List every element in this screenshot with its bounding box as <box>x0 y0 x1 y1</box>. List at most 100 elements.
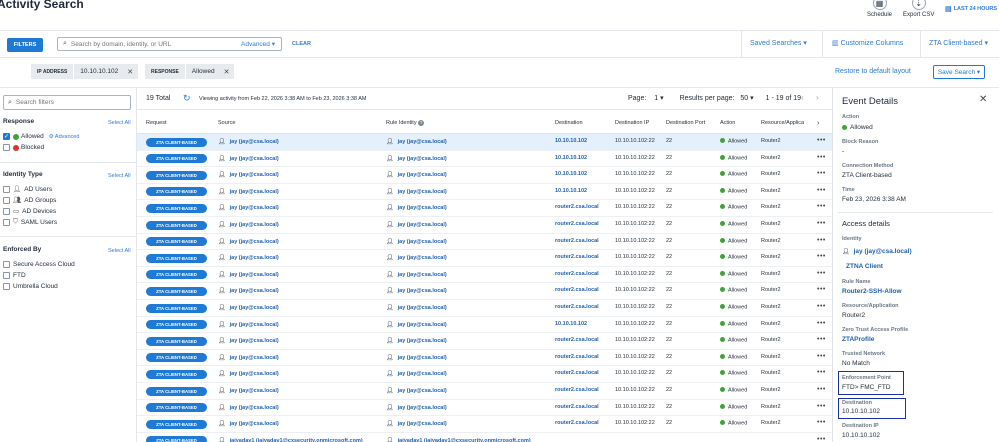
row-actions-icon[interactable]: ••• <box>817 220 826 227</box>
row-actions-icon[interactable]: ••• <box>817 286 826 293</box>
table-row[interactable]: ZTA CLIENT-BASED 👤︎ jay (jay@csa.local) 👤︎ j… <box>137 151 832 168</box>
save-search-button[interactable]: Save Search ▾ <box>933 65 985 79</box>
filter-option-ad-users[interactable]: 👤︎ AD Users <box>3 185 52 193</box>
filter-option-blocked[interactable]: Blocked <box>3 144 44 151</box>
checkbox[interactable] <box>3 207 10 215</box>
rule-identity-cell[interactable]: 👤︎ jay (jay@csa.local) <box>386 304 447 311</box>
table-row[interactable]: ZTA CLIENT-BASED 👤︎ jay (jay@csa.local) 👤︎ j… <box>137 317 832 334</box>
detail-value-rule-name[interactable]: Router2-SSH-Allow <box>842 288 902 295</box>
rule-identity-cell[interactable]: 👤︎ jay (jay@csa.local) <box>386 370 447 377</box>
column-header-destination-port[interactable]: Destination Port <box>666 120 705 126</box>
customize-columns-button[interactable]: ▥ Customize Columns <box>832 39 903 47</box>
filter-option-allowed[interactable]: ✓ Allowed ⚙ Advanced <box>3 133 79 140</box>
rule-identity-cell[interactable]: 👤︎ jay (jay@csa.local) <box>386 387 447 394</box>
destination-cell[interactable]: router2.csa.local <box>555 238 599 244</box>
filter-search-box[interactable]: ⌕ <box>3 95 131 110</box>
source-cell[interactable]: 👤︎ jay (jay@csa.local) <box>218 304 279 311</box>
source-cell[interactable]: 👤︎ jay (jay@csa.local) <box>218 387 279 394</box>
checkbox[interactable] <box>3 144 10 151</box>
rule-identity-cell[interactable]: 👤︎ jay (jay@csa.local) <box>386 254 447 261</box>
rule-identity-cell[interactable]: 👤︎ jay (jay@csa.local) <box>386 287 447 294</box>
row-actions-icon[interactable]: ••• <box>817 436 826 442</box>
column-header-destination-ip[interactable]: Destination IP <box>615 120 649 126</box>
page-select[interactable]: 1 ▾ <box>654 95 663 102</box>
rule-identity-cell[interactable]: 👤︎ jay (jay@csa.local) <box>386 204 447 211</box>
checkbox[interactable] <box>3 218 10 226</box>
rule-identity-cell[interactable]: 👤︎ jay (jay@csa.local) <box>386 337 447 344</box>
row-actions-icon[interactable]: ••• <box>817 303 826 310</box>
table-row[interactable]: ZTA CLIENT-BASED 👤︎ jaiyadav1 (jaiyadav1@c… <box>137 433 832 442</box>
source-cell[interactable]: 👤︎ jay (jay@csa.local) <box>218 171 279 178</box>
destination-cell[interactable]: router2.csa.local <box>555 354 599 360</box>
table-row[interactable]: ZTA CLIENT-BASED 👤︎ jay (jay@csa.local) 👤︎ j… <box>137 134 832 151</box>
row-actions-icon[interactable]: ••• <box>817 253 826 260</box>
row-actions-icon[interactable]: ••• <box>817 419 826 426</box>
source-cell[interactable]: 👤︎ jay (jay@csa.local) <box>218 138 279 145</box>
destination-cell[interactable]: router2.csa.local <box>555 304 599 310</box>
rule-identity-cell[interactable]: 👤︎ jay (jay@csa.local) <box>386 155 447 162</box>
checkbox[interactable] <box>3 272 10 279</box>
rule-identity-cell[interactable]: 👤︎ jay (jay@csa.local) <box>386 321 447 328</box>
filter-search-input[interactable] <box>15 99 116 106</box>
close-icon[interactable]: ✕ <box>122 68 138 76</box>
destination-cell[interactable]: router2.csa.local <box>555 370 599 376</box>
enforced-by-select-all[interactable]: Select All <box>108 248 131 254</box>
table-row[interactable]: ZTA CLIENT-BASED 👤︎ jay (jay@csa.local) 👤︎ j… <box>137 400 832 417</box>
row-actions-icon[interactable]: ••• <box>817 137 826 144</box>
per-page-select[interactable]: 50 ▾ <box>740 95 753 102</box>
search-box[interactable]: ⌕ Advanced ▾ <box>57 37 282 51</box>
destination-cell[interactable]: 10.10.10.102 <box>555 321 587 327</box>
filters-button[interactable]: FILTERS <box>7 38 43 52</box>
rule-identity-cell[interactable]: 👤︎ jay (jay@csa.local) <box>386 238 447 245</box>
rule-identity-cell[interactable]: 👤︎ jay (jay@csa.local) <box>386 188 447 195</box>
column-header-action[interactable]: Action <box>720 120 735 126</box>
filter-option-ad-devices[interactable]: ▭ AD Devices <box>3 207 56 215</box>
source-cell[interactable]: 👤︎ jay (jay@csa.local) <box>218 221 279 228</box>
row-actions-icon[interactable]: ••• <box>817 237 826 244</box>
filter-option-umbrella-cloud[interactable]: Umbrella Cloud <box>3 283 58 290</box>
rule-identity-cell[interactable]: 👤︎ jay (jay@csa.local) <box>386 420 447 427</box>
search-input[interactable] <box>70 40 231 48</box>
destination-cell[interactable]: 10.10.10.102 <box>555 138 587 144</box>
column-header-source[interactable]: Source <box>218 120 235 126</box>
table-row[interactable]: ZTA CLIENT-BASED 👤︎ jay (jay@csa.local) 👤︎ j… <box>137 200 832 217</box>
identity-type-select-all[interactable]: Select All <box>108 173 131 179</box>
source-cell[interactable]: 👤︎ jay (jay@csa.local) <box>218 271 279 278</box>
column-header-rule-identity[interactable]: Rule Identity ? <box>386 120 425 126</box>
filter-option-secure-access-cloud[interactable]: Secure Access Cloud <box>3 261 75 268</box>
source-cell[interactable]: 👤︎ jay (jay@csa.local) <box>218 254 279 261</box>
table-row[interactable]: ZTA CLIENT-BASED 👤︎ jay (jay@csa.local) 👤︎ j… <box>137 283 832 300</box>
rule-identity-cell[interactable]: 👤︎ jay (jay@csa.local) <box>386 271 447 278</box>
row-actions-icon[interactable]: ••• <box>817 154 826 161</box>
rule-identity-cell[interactable]: 👤︎ jay (jay@csa.local) <box>386 138 447 145</box>
filter-option-saml-users[interactable]: ⛉ SAML Users <box>3 218 57 226</box>
detail-value-identity[interactable]: 👤︎ jay (jay@csa.local) <box>842 248 912 255</box>
source-cell[interactable]: 👤︎ jay (jay@csa.local) <box>218 370 279 377</box>
checkbox[interactable] <box>3 185 10 193</box>
row-actions-icon[interactable]: ••• <box>817 320 826 327</box>
source-cell[interactable]: 👤︎ jay (jay@csa.local) <box>218 238 279 245</box>
close-icon[interactable]: ✕ <box>219 68 235 76</box>
close-icon[interactable]: ✕ <box>979 94 987 105</box>
restore-default-layout-link[interactable]: Restore to default layout <box>835 68 911 75</box>
table-row[interactable]: ZTA CLIENT-BASED 👤︎ jay (jay@csa.local) 👤︎ j… <box>137 300 832 317</box>
destination-cell[interactable]: router2.csa.local <box>555 271 599 277</box>
destination-cell[interactable]: router2.csa.local <box>555 387 599 393</box>
row-actions-icon[interactable]: ••• <box>817 369 826 376</box>
detail-value-identity-type[interactable]: ZTNA Client <box>846 263 883 270</box>
destination-cell[interactable]: router2.csa.local <box>555 254 599 260</box>
saved-searches-dropdown[interactable]: Saved Searches ▾ <box>750 39 807 47</box>
table-row[interactable]: ZTA CLIENT-BASED 👤︎ jay (jay@csa.local) 👤︎ j… <box>137 416 832 433</box>
checkbox-checked[interactable]: ✓ <box>3 133 10 140</box>
source-cell[interactable]: 👤︎ jay (jay@csa.local) <box>218 155 279 162</box>
previous-page-icon[interactable]: ‹ <box>801 93 804 102</box>
zta-client-dropdown[interactable]: ZTA Client-based ▾ <box>929 39 988 47</box>
rule-identity-cell[interactable]: 👤︎ jay (jay@csa.local) <box>386 221 447 228</box>
source-cell[interactable]: 👤︎ jay (jay@csa.local) <box>218 337 279 344</box>
table-row[interactable]: ZTA CLIENT-BASED 👤︎ jay (jay@csa.local) 👤︎ j… <box>137 234 832 251</box>
row-actions-icon[interactable]: ••• <box>817 353 826 360</box>
destination-cell[interactable]: router2.csa.local <box>555 337 599 343</box>
detail-value-zta-profile[interactable]: ZTAProfile <box>842 336 874 343</box>
source-cell[interactable]: 👤︎ jay (jay@csa.local) <box>218 188 279 195</box>
table-row[interactable]: ZTA CLIENT-BASED 👤︎ jay (jay@csa.local) 👤︎ j… <box>137 267 832 284</box>
